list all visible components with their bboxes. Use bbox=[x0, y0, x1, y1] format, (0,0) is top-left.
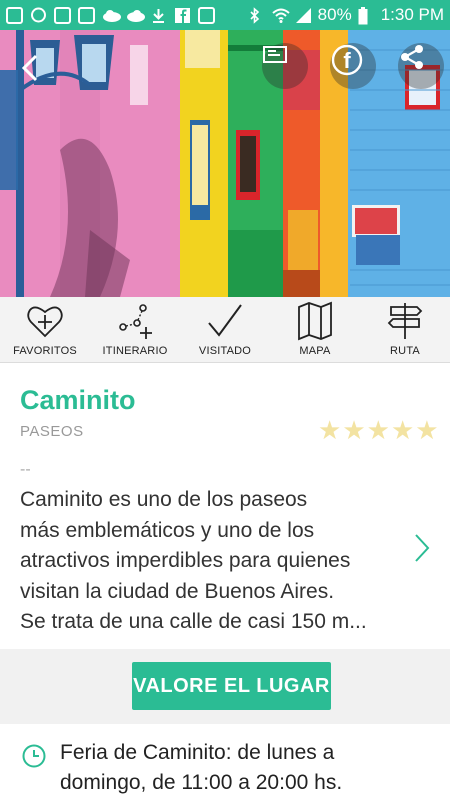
place-details: Caminito PASEOS ★ ★ ★ ★ ★ -- Caminito es… bbox=[0, 363, 450, 649]
chat-icon bbox=[30, 7, 47, 24]
schedule-line: domingo, de 11:00 a 20:00 hs. bbox=[60, 771, 343, 794]
facebook-share-button[interactable]: f bbox=[330, 43, 376, 89]
notification-icon bbox=[6, 6, 23, 24]
description-line: Caminito es uno de los paseos bbox=[20, 488, 308, 511]
hero-image: f bbox=[0, 30, 450, 297]
wifi-icon bbox=[271, 7, 290, 24]
map-label: MAPA bbox=[299, 345, 331, 357]
schedule-text: Feria de Caminito: de lunes a domingo, d… bbox=[60, 738, 430, 798]
itinerary-button[interactable]: ITINERARIO bbox=[90, 297, 180, 362]
rate-section: VALORE EL LUGAR bbox=[0, 649, 450, 724]
description-line: más emblemáticos y uno de los bbox=[20, 518, 315, 542]
description-line: Se trata de una calle de casi 150 m... bbox=[20, 610, 367, 633]
cloud-icon bbox=[126, 7, 145, 24]
clock-time: 1:30 PM bbox=[380, 5, 444, 24]
rate-place-button[interactable]: VALORE EL LUGAR bbox=[132, 662, 331, 710]
email-icon bbox=[78, 6, 95, 24]
schedule-info: Feria de Caminito: de lunes a domingo, d… bbox=[0, 724, 450, 800]
map-button[interactable]: MAPA bbox=[270, 297, 360, 362]
battery-percent: 80% bbox=[317, 5, 352, 24]
place-description[interactable]: Caminito es uno de los paseos más emblem… bbox=[20, 485, 396, 637]
chevron-right-icon[interactable] bbox=[412, 531, 432, 565]
rating-stars[interactable]: ★ ★ ★ ★ ★ bbox=[318, 417, 439, 443]
itinerary-label: ITINERARIO bbox=[102, 345, 168, 357]
star-icon[interactable]: ★ bbox=[391, 417, 414, 443]
visited-button[interactable]: VISITADO bbox=[180, 297, 270, 362]
route-button[interactable]: RUTA bbox=[360, 297, 450, 362]
bluetooth-icon bbox=[249, 6, 266, 24]
back-icon[interactable] bbox=[16, 48, 46, 88]
route-label: RUTA bbox=[390, 345, 420, 357]
place-category: PASEOS bbox=[20, 423, 84, 440]
signpost-icon bbox=[387, 303, 423, 339]
place-title: Caminito bbox=[20, 385, 136, 415]
favorites-label: FAVORITOS bbox=[13, 345, 77, 357]
star-icon[interactable]: ★ bbox=[318, 417, 341, 443]
description-line: atractivos imperdibles para quienes bbox=[20, 549, 351, 572]
signal-icon bbox=[295, 7, 312, 24]
share-button[interactable] bbox=[398, 43, 444, 89]
download-icon bbox=[150, 7, 167, 24]
map-icon bbox=[298, 301, 332, 341]
svg-text:f: f bbox=[343, 48, 351, 73]
status-bar: 80% 1:30 PM bbox=[0, 0, 450, 30]
image-icon bbox=[54, 6, 71, 24]
gallery-button[interactable] bbox=[262, 43, 308, 89]
clock-icon bbox=[22, 744, 46, 768]
action-bar: FAVORITOS ITINERARIO VISITADO MAPA RUTA bbox=[0, 297, 450, 363]
visited-label: VISITADO bbox=[198, 345, 252, 357]
star-icon[interactable]: ★ bbox=[415, 417, 438, 443]
battery-icon bbox=[358, 6, 375, 24]
schedule-line: Feria de Caminito: de lunes a bbox=[60, 741, 335, 764]
cloud-icon bbox=[102, 7, 121, 24]
star-icon[interactable]: ★ bbox=[342, 417, 365, 443]
heart-plus-icon bbox=[27, 306, 63, 338]
separator-dashes: -- bbox=[20, 461, 31, 478]
facebook-icon bbox=[174, 7, 191, 24]
favorites-button[interactable]: FAVORITOS bbox=[0, 297, 90, 362]
description-line: visitan la ciudad de Buenos Aires. bbox=[20, 579, 335, 603]
instagram-icon bbox=[198, 6, 215, 24]
itinerary-icon bbox=[119, 304, 152, 339]
star-icon[interactable]: ★ bbox=[367, 417, 390, 443]
notification-icons bbox=[6, 6, 215, 24]
check-icon bbox=[208, 304, 242, 337]
system-status: 80% 1:30 PM bbox=[249, 5, 444, 25]
